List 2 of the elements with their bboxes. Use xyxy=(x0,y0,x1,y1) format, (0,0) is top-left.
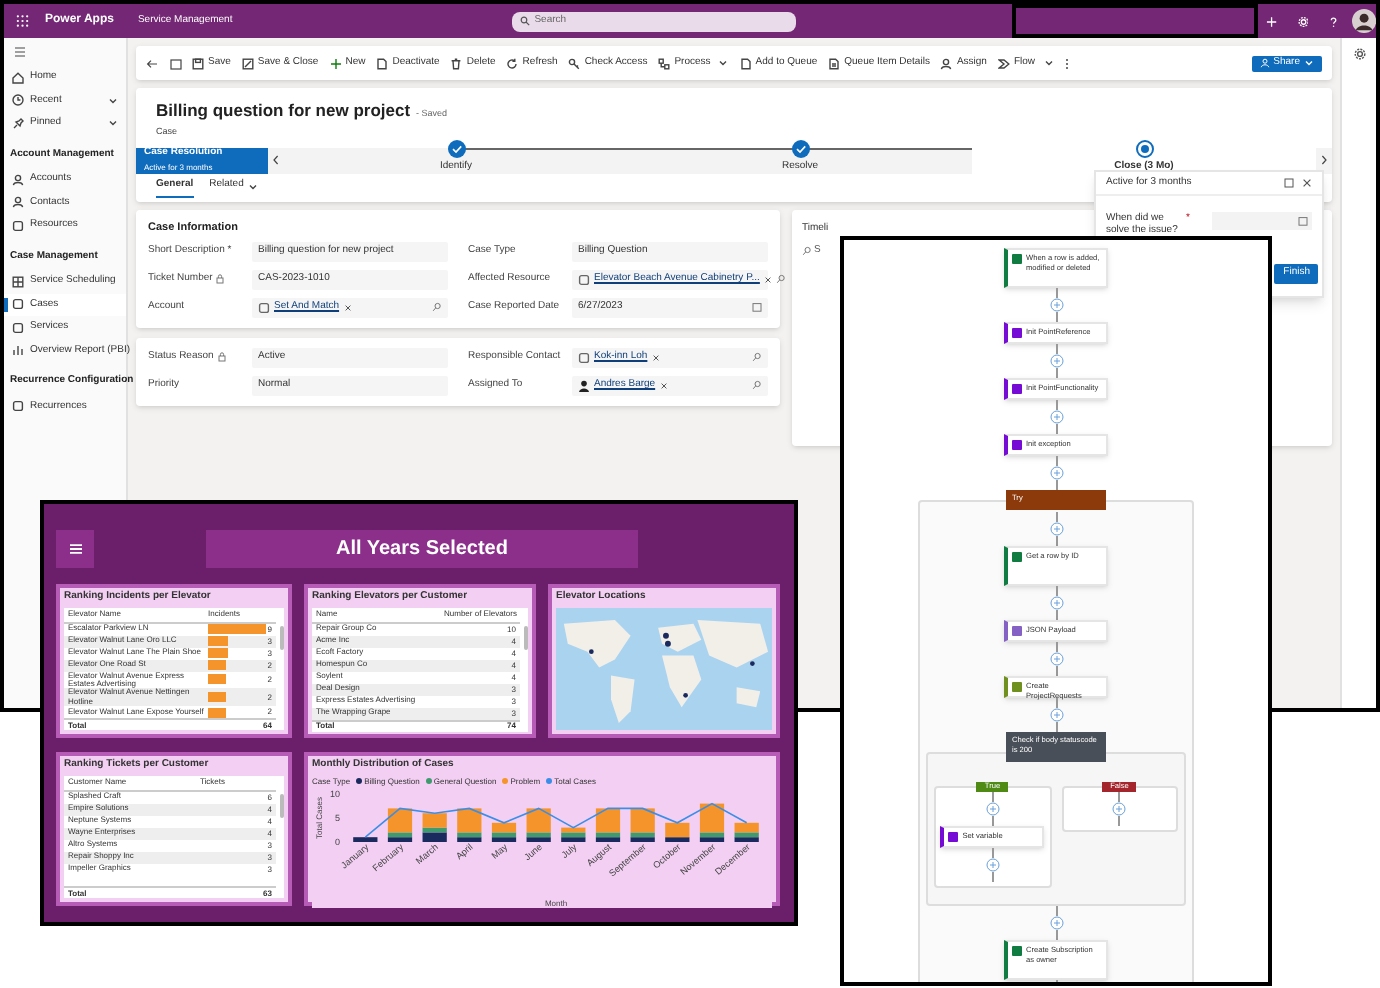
dashboard-title: All Years Selected xyxy=(206,530,638,568)
record-title: Billing question for new project xyxy=(156,98,411,124)
